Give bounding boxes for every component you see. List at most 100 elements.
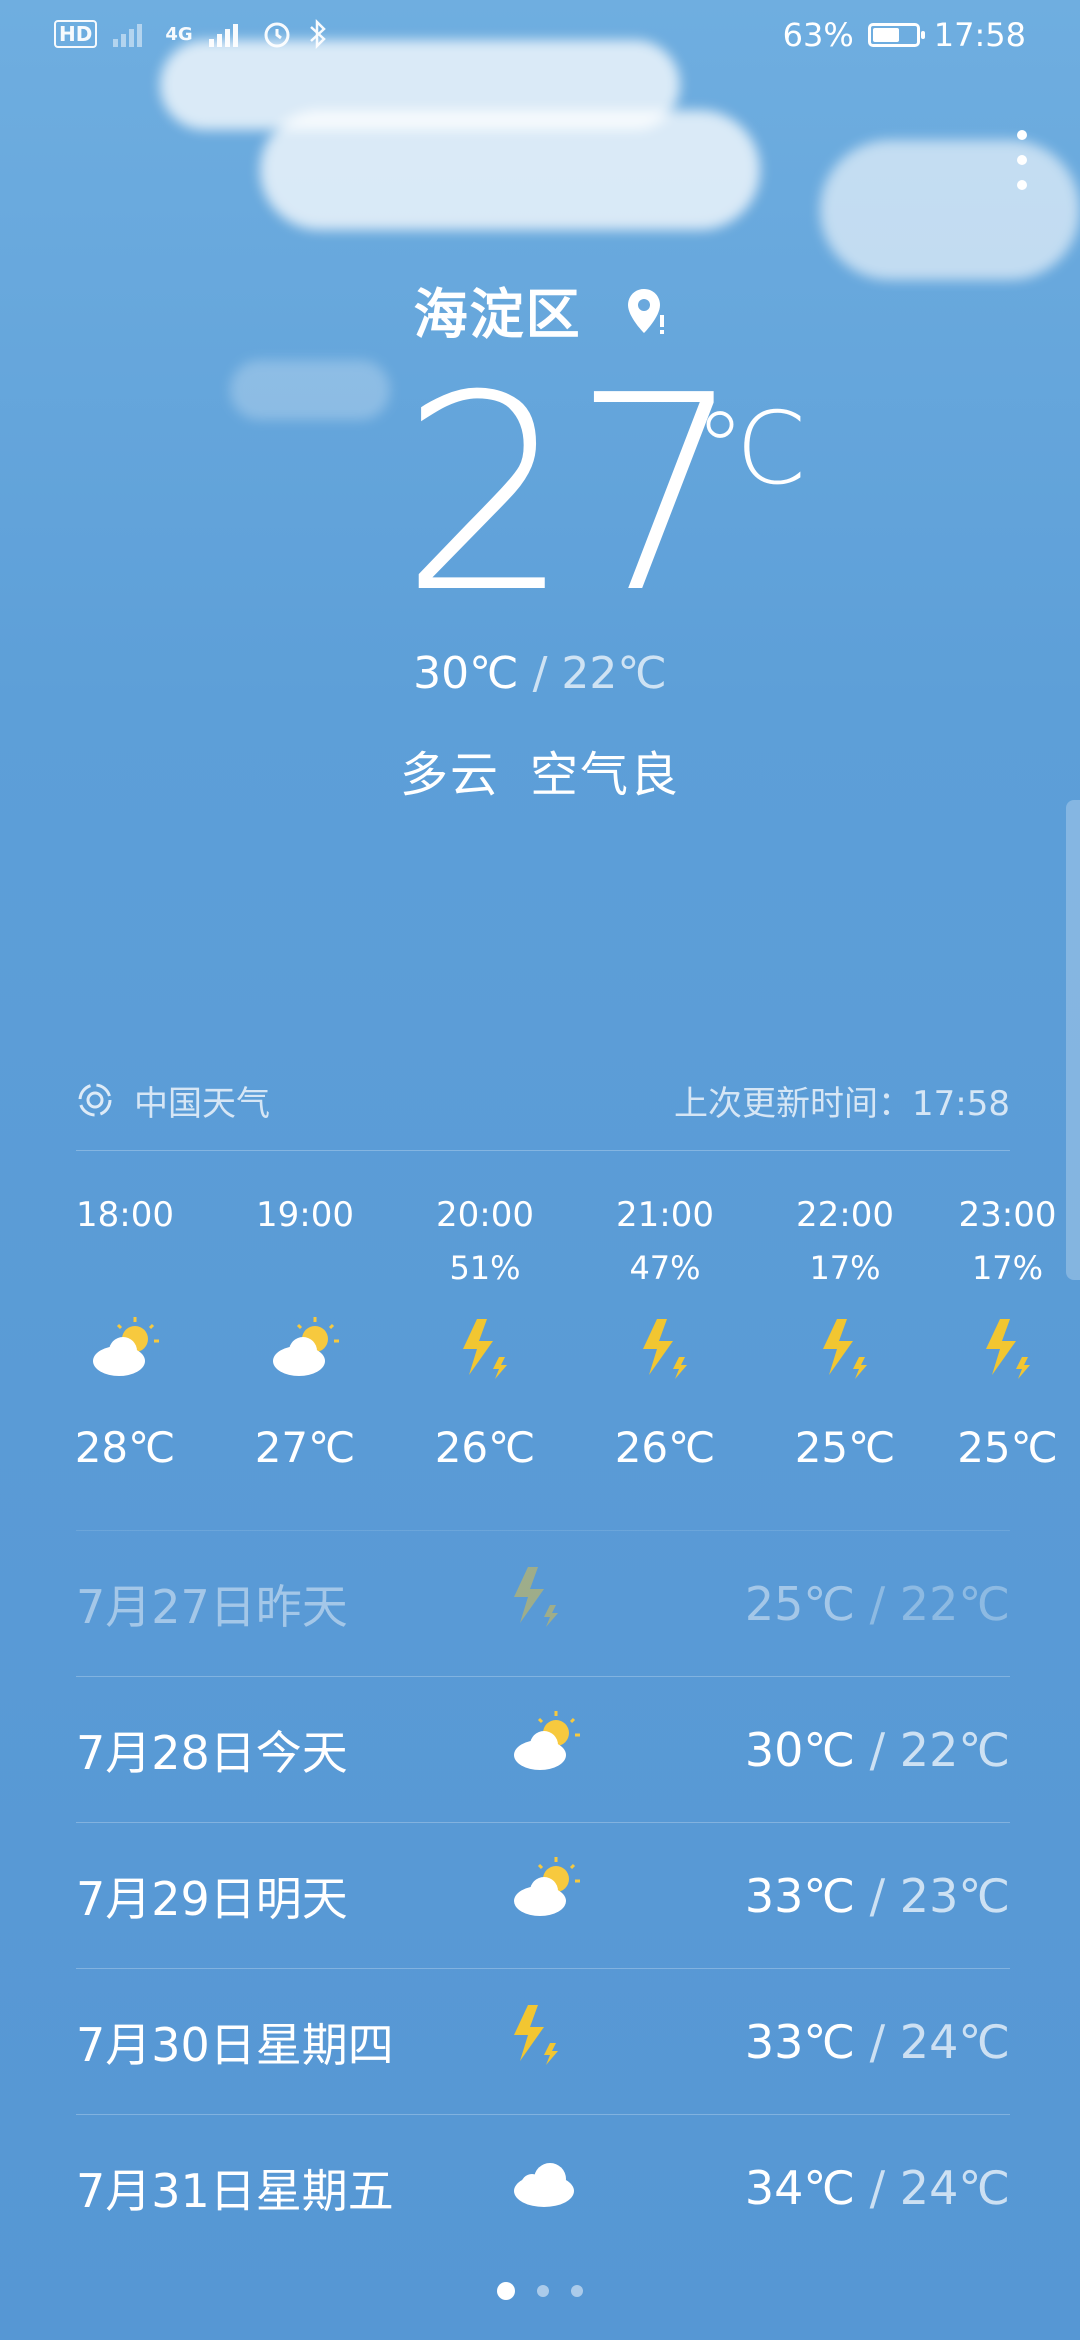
hour-time: 19:00 — [256, 1195, 354, 1235]
hour-temperature: 28℃ — [74, 1423, 176, 1472]
partly-cloudy-icon — [506, 1853, 586, 1934]
day-temperature-range: 33℃ / 24℃ — [745, 2015, 1010, 2069]
page-indicator[interactable] — [0, 2282, 1080, 2300]
day-temperature-range: 30℃ / 22℃ — [745, 1723, 1010, 1777]
hourly-item: 18:00 28℃ — [35, 1195, 215, 1472]
day-high: 25℃ — [744, 1576, 856, 1631]
page-dot[interactable] — [537, 2285, 549, 2297]
day-low: 24℃ — [899, 2014, 1010, 2069]
thunder-icon — [755, 1303, 935, 1393]
hourly-item: 19:00 27℃ — [215, 1195, 395, 1472]
hour-temperature: 25℃ — [957, 1423, 1058, 1472]
hour-time: 22:00 — [796, 1195, 894, 1235]
day-range-separator: / — [855, 1868, 900, 1923]
thunder-icon — [575, 1303, 755, 1393]
weather-condition: 多云 — [399, 747, 500, 803]
hour-temperature: 25℃ — [794, 1423, 896, 1472]
current-temperature: 27 — [400, 337, 744, 652]
day-low: 22℃ — [899, 1722, 1010, 1777]
hour-precip-chance: 17% — [809, 1249, 881, 1287]
hourly-forecast[interactable]: 18:00 28℃ 19:00 27℃ 20:00 51% 26℃ 21:00 … — [0, 1195, 1080, 1495]
battery-percent: 63% — [782, 16, 854, 54]
status-bar: HD 4G 63% 17:58 — [0, 0, 1080, 72]
hour-precip-chance: 47% — [629, 1249, 701, 1287]
day-date: 7月28日今天 — [76, 1725, 348, 1780]
background-cloud — [260, 110, 760, 230]
day-range-separator: / — [855, 1576, 900, 1631]
hour-precip-chance: 51% — [449, 1249, 521, 1287]
hourly-item: 21:00 47% 26℃ — [575, 1195, 755, 1472]
status-time: 17:58 — [933, 16, 1026, 54]
data-provider[interactable]: 中国天气 — [134, 1076, 270, 1125]
day-temperature-range: 25℃ / 22℃ — [745, 1577, 1010, 1631]
day-temperature-range: 33℃ / 23℃ — [745, 1869, 1010, 1923]
page-dot[interactable] — [571, 2285, 583, 2297]
page-dot-active[interactable] — [497, 2282, 515, 2300]
partly-cloudy-icon — [215, 1303, 395, 1393]
partly-cloudy-icon — [506, 1707, 586, 1788]
more-options-button[interactable] — [1012, 130, 1032, 190]
signal-strength-icon — [208, 24, 238, 47]
high-low-separator: / — [532, 648, 548, 699]
bluetooth-icon — [309, 18, 326, 50]
day-high: 30℃ — [744, 1722, 856, 1777]
hour-precip-chance: 17% — [971, 1249, 1044, 1287]
hour-time: 21:00 — [616, 1195, 714, 1235]
alarm-icon — [264, 22, 290, 48]
cloudy-icon — [506, 2145, 586, 2226]
daily-forecast: 7月27日昨天 25℃ / 22℃ 7月28日今天 30℃ / 22℃ 7月29… — [76, 1530, 1010, 2260]
today-low: 22℃ — [561, 648, 667, 699]
day-low: 24℃ — [899, 2160, 1010, 2215]
hd-indicator: HD — [54, 20, 98, 48]
hourly-item: 23:00 17% 25℃ — [935, 1195, 1080, 1472]
current-temperature-unit: ℃ — [695, 390, 808, 507]
day-date: 7月29日明天 — [76, 1871, 348, 1926]
daily-row[interactable]: 7月27日昨天 25℃ / 22℃ — [76, 1530, 1010, 1676]
thunder-icon — [506, 1561, 566, 1642]
hour-precip-chance — [35, 1249, 215, 1293]
data-source-row: 中国天气 上次更新时间：17:58 — [76, 1070, 1010, 1151]
day-low: 23℃ — [899, 1868, 1010, 1923]
partly-cloudy-icon — [35, 1303, 215, 1393]
hour-precip-chance — [215, 1249, 395, 1293]
day-date: 7月27日昨天 — [76, 1579, 348, 1634]
day-range-separator: / — [855, 2014, 900, 2069]
china-weather-logo-icon — [78, 1083, 112, 1117]
hour-temperature: 26℃ — [614, 1423, 716, 1472]
day-date: 7月31日星期五 — [76, 2163, 394, 2218]
daily-row[interactable]: 7月30日星期四 33℃ / 24℃ — [76, 1968, 1010, 2114]
signal-icon — [113, 24, 143, 47]
day-high: 33℃ — [744, 2014, 856, 2069]
day-temperature-range: 34℃ / 24℃ — [745, 2161, 1010, 2215]
thunder-icon — [395, 1303, 575, 1393]
last-updated-time: 17:58 — [912, 1083, 1010, 1124]
thunder-icon — [935, 1303, 1080, 1393]
battery-icon — [867, 23, 925, 47]
hour-time: 18:00 — [76, 1195, 174, 1235]
day-high: 34℃ — [744, 2160, 856, 2215]
daily-row[interactable]: 7月31日星期五 34℃ / 24℃ — [76, 2114, 1010, 2260]
last-updated-label: 上次更新时间： — [674, 1083, 913, 1124]
network-type-indicator: 4G — [165, 23, 193, 45]
air-quality[interactable]: 空气良 — [530, 747, 680, 803]
daily-row[interactable]: 7月29日明天 33℃ / 23℃ — [76, 1822, 1010, 1968]
hour-temperature: 26℃ — [434, 1423, 536, 1472]
thunder-icon — [506, 1999, 566, 2080]
daily-row[interactable]: 7月28日今天 30℃ / 22℃ — [76, 1676, 1010, 1822]
background-cloud — [820, 140, 1080, 280]
day-range-separator: / — [855, 2160, 900, 2215]
hour-time: 23:00 — [958, 1195, 1057, 1235]
today-high: 30℃ — [413, 648, 519, 699]
background-cloud — [230, 360, 390, 420]
last-updated: 上次更新时间：17:58 — [674, 1076, 1010, 1125]
hour-temperature: 27℃ — [254, 1423, 356, 1472]
today-high-low: 30℃ / 22℃ — [0, 648, 1080, 699]
day-range-separator: / — [855, 1722, 900, 1777]
hourly-item: 20:00 51% 26℃ — [395, 1195, 575, 1472]
day-low: 22℃ — [899, 1576, 1010, 1631]
day-high: 33℃ — [744, 1868, 856, 1923]
hourly-item: 22:00 17% 25℃ — [755, 1195, 935, 1472]
day-date: 7月30日星期四 — [76, 2017, 394, 2072]
hour-time: 20:00 — [436, 1195, 534, 1235]
current-condition: 多云 空气良 — [0, 735, 1080, 805]
